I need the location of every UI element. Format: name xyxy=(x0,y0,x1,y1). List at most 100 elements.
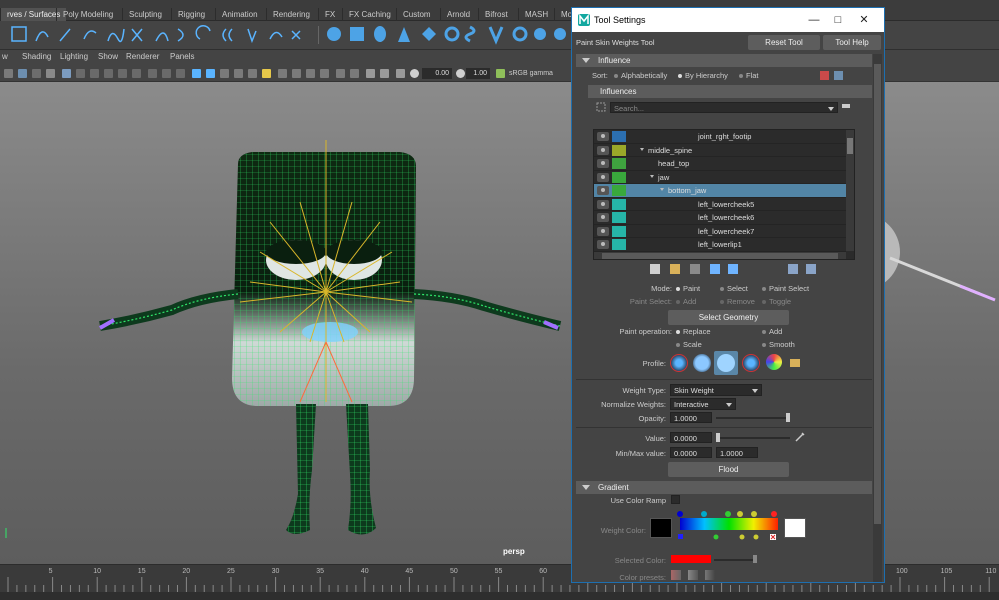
move-weights-icon[interactable] xyxy=(710,264,720,274)
influence-color-swatch[interactable] xyxy=(612,171,626,183)
tab-rendering[interactable]: Rendering xyxy=(266,8,316,21)
field-chart-icon[interactable] xyxy=(104,69,113,78)
menu-view[interactable]: w xyxy=(2,52,8,61)
expand-arrow-icon[interactable] xyxy=(650,174,654,178)
select-geometry-button[interactable]: Select Geometry xyxy=(668,310,789,325)
paint-select-add-radio[interactable] xyxy=(676,300,680,304)
folder-icon[interactable] xyxy=(790,359,800,367)
exposure-field[interactable]: 0.00 xyxy=(422,68,452,79)
sort-flat-label[interactable]: Flat xyxy=(746,71,759,80)
xray-joints-icon[interactable] xyxy=(176,69,185,78)
visibility-eye-icon[interactable] xyxy=(597,240,609,249)
tab-arnold[interactable]: Arnold xyxy=(440,8,476,21)
visibility-eye-icon[interactable] xyxy=(597,226,609,236)
hscroll-thumb[interactable] xyxy=(602,253,838,259)
menu-shading[interactable]: Shading xyxy=(22,52,51,61)
tab-poly-modeling[interactable]: Poly Modeling xyxy=(56,8,119,21)
influence-row[interactable]: joint_rght_footip xyxy=(594,130,846,144)
gradient-frame-header[interactable]: Gradient xyxy=(576,481,872,494)
op-scale-radio[interactable] xyxy=(676,343,680,347)
influence-hscrollbar[interactable] xyxy=(594,252,846,259)
camera-attr-icon[interactable] xyxy=(366,69,375,78)
selected-color-swatch[interactable] xyxy=(671,555,711,563)
safe-title-icon[interactable] xyxy=(132,69,141,78)
search-dropdown-icon[interactable] xyxy=(828,107,834,111)
value-slider[interactable] xyxy=(716,437,790,439)
color-ramp[interactable] xyxy=(676,510,782,544)
camera-icon[interactable] xyxy=(4,69,13,78)
opacity-slider[interactable] xyxy=(716,417,790,419)
film-gate-icon[interactable] xyxy=(62,69,71,78)
texture-icon[interactable] xyxy=(234,69,243,78)
tab-mash[interactable]: MASH xyxy=(518,8,554,21)
op-scale-label[interactable]: Scale xyxy=(683,340,702,349)
tab-animation[interactable]: Animation xyxy=(215,8,264,21)
filter-icon[interactable] xyxy=(596,102,606,112)
resolution-gate-icon[interactable] xyxy=(76,69,85,78)
sort-hierarchy-radio[interactable] xyxy=(678,74,682,78)
op-replace-radio[interactable] xyxy=(676,330,680,334)
value-field[interactable]: 0.0000 xyxy=(670,432,712,443)
weight-hammer-icon[interactable] xyxy=(690,264,700,274)
sort-direction-icon[interactable] xyxy=(834,71,843,80)
paste-weights-icon[interactable] xyxy=(670,264,680,274)
tab-fx-caching[interactable]: FX Caching xyxy=(342,8,397,21)
search-options-icon[interactable] xyxy=(842,104,850,108)
wireframe-icon[interactable] xyxy=(192,69,201,78)
eyedropper-icon[interactable] xyxy=(794,431,806,443)
mode-paint-radio[interactable] xyxy=(676,287,680,291)
lights-icon[interactable] xyxy=(248,69,257,78)
motion-blur-icon[interactable] xyxy=(292,69,301,78)
smooth-shade-icon[interactable] xyxy=(206,69,215,78)
ssao-icon[interactable] xyxy=(278,69,287,78)
influence-list[interactable]: joint_rght_footip middle_spine head_top jaw… xyxy=(593,129,855,260)
op-replace-label[interactable]: Replace xyxy=(683,327,711,336)
paint-select-remove-label[interactable]: Remove xyxy=(727,297,755,306)
sort-alpha-radio[interactable] xyxy=(614,74,618,78)
visibility-eye-icon[interactable] xyxy=(597,145,609,155)
solid-brush-selected[interactable] xyxy=(714,351,738,375)
scrollbar-thumb[interactable] xyxy=(847,138,853,154)
influence-row[interactable]: left_lowerlip1 xyxy=(594,238,846,252)
tab-fx[interactable]: FX xyxy=(318,8,341,21)
tab-custom[interactable]: Custom xyxy=(396,8,437,21)
color-management-icon[interactable] xyxy=(496,69,505,78)
hud-icon[interactable] xyxy=(336,69,345,78)
isolate-icon[interactable] xyxy=(148,69,157,78)
influence-list-scrollbar[interactable] xyxy=(846,130,854,251)
expand-arrow-icon[interactable] xyxy=(660,188,664,191)
influence-color-swatch[interactable] xyxy=(612,144,626,156)
flood-button[interactable]: Flood xyxy=(668,462,789,477)
influence-row[interactable]: left_lowercheek5 xyxy=(594,198,846,211)
gate-mask-icon[interactable] xyxy=(90,69,99,78)
tab-rigging[interactable]: Rigging xyxy=(171,8,211,21)
range-slider[interactable] xyxy=(0,592,999,600)
xray-icon[interactable] xyxy=(162,69,171,78)
render-icon[interactable] xyxy=(380,69,389,78)
influence-color-swatch[interactable] xyxy=(612,185,626,196)
tab-bifrost[interactable]: Bifrost xyxy=(478,8,514,21)
selected-color-slider[interactable] xyxy=(714,559,756,561)
menu-panels[interactable]: Panels xyxy=(170,52,194,61)
visibility-eye-icon[interactable] xyxy=(597,172,609,182)
weight-color-high-swatch[interactable] xyxy=(784,518,806,538)
visibility-eye-icon[interactable] xyxy=(597,186,609,195)
normalize-dropdown[interactable]: Interactive xyxy=(670,398,736,410)
influence-row[interactable]: left_lowercheek6 xyxy=(594,211,846,225)
gaussian-brush-icon[interactable] xyxy=(670,354,688,372)
influence-row[interactable]: left_lowercheek7 xyxy=(594,225,846,238)
paint-select-remove-radio[interactable] xyxy=(720,300,724,304)
influence-row[interactable]: middle_spine xyxy=(594,144,846,157)
value-slider-handle[interactable] xyxy=(716,433,720,442)
influence-row[interactable]: jaw xyxy=(594,171,846,184)
unlock-all-icon[interactable] xyxy=(806,264,816,274)
menu-lighting[interactable]: Lighting xyxy=(60,52,88,61)
paint-select-toggle-radio[interactable] xyxy=(762,300,766,304)
sort-options-icon[interactable] xyxy=(820,71,829,80)
ipr-icon[interactable] xyxy=(396,69,405,78)
sort-hierarchy-label[interactable]: By Hierarchy xyxy=(685,71,728,80)
settings-scroll-thumb[interactable] xyxy=(874,64,881,524)
aa-icon[interactable] xyxy=(306,69,315,78)
influence-row[interactable]: bottom_jaw xyxy=(594,184,846,198)
grid-toggle-icon[interactable] xyxy=(350,69,359,78)
